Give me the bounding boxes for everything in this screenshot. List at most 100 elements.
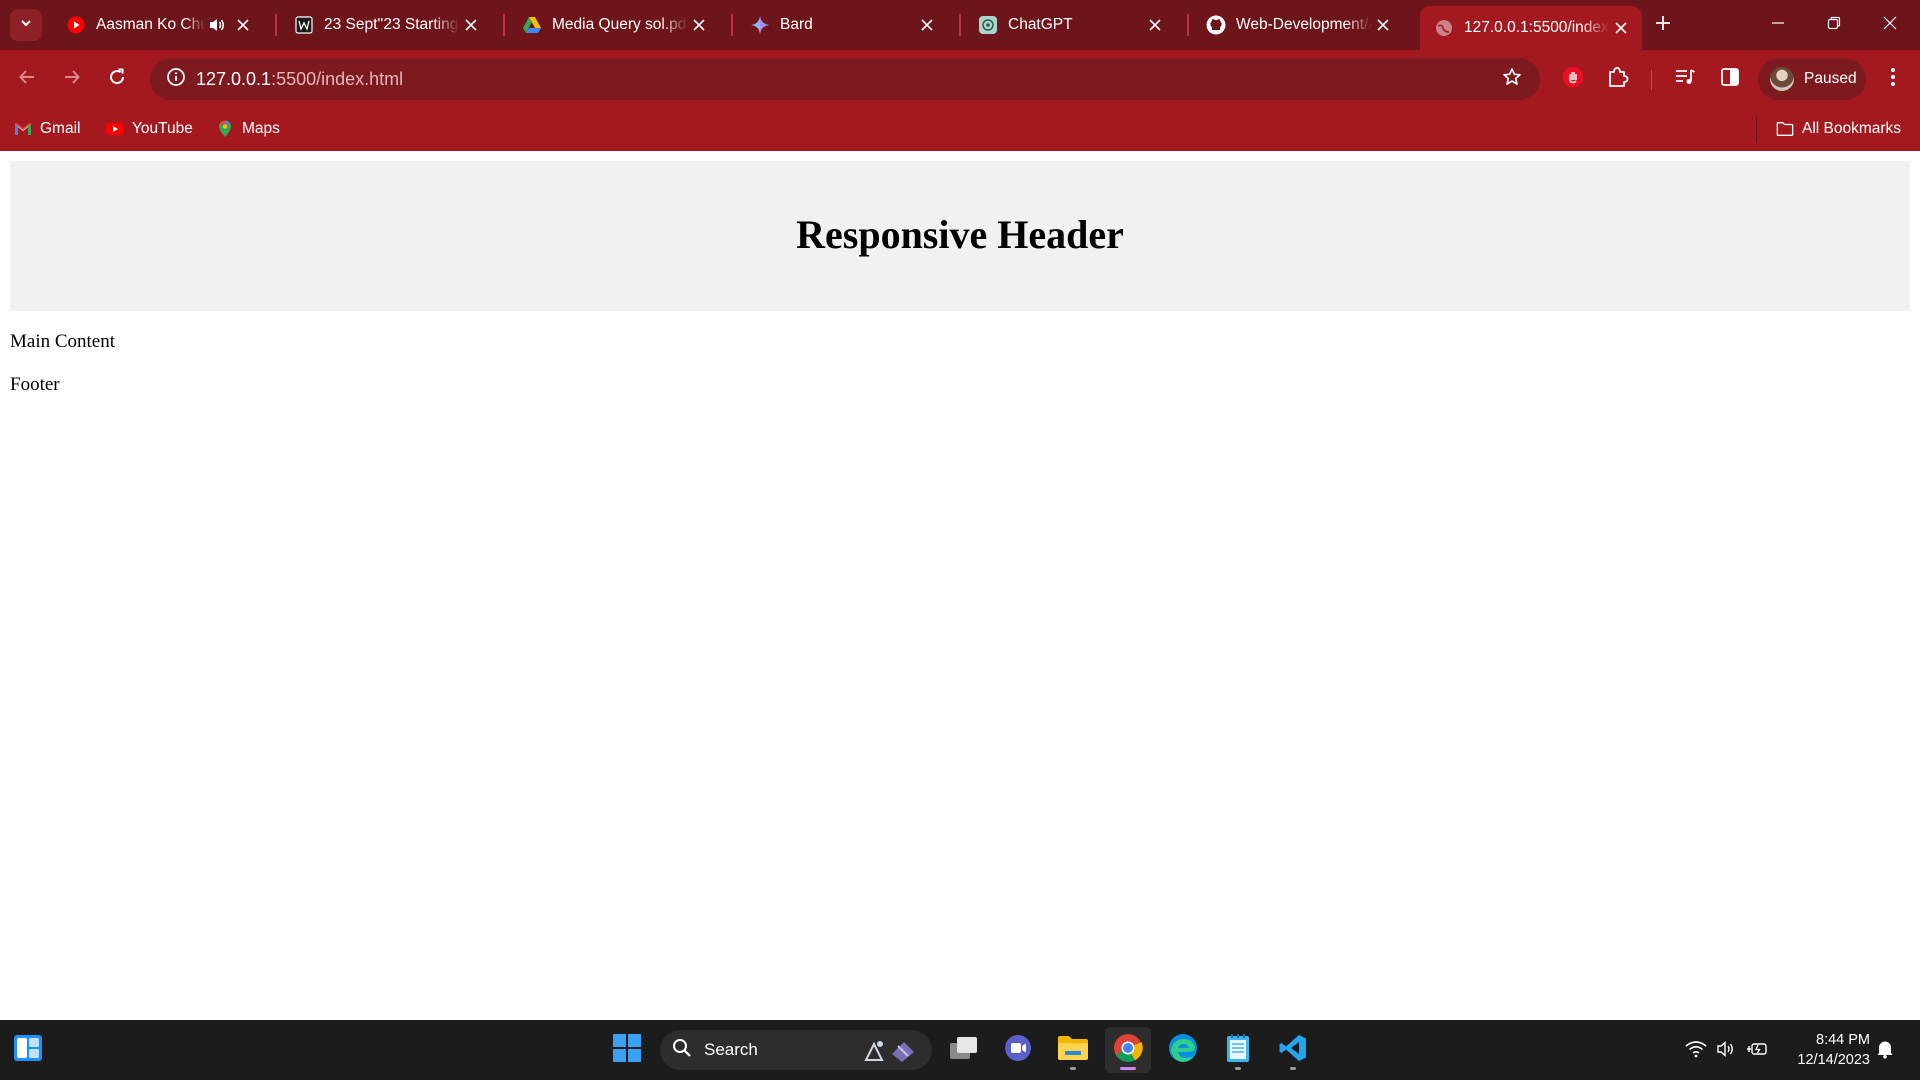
taskbar-search[interactable]: Search <box>660 1030 932 1070</box>
bookmarks-bar: Gmail YouTube Maps All Bookmarks <box>0 108 1920 151</box>
url-text[interactable]: 127.0.0.1:5500/index.html <box>196 69 403 90</box>
browser-toolbar: 127.0.0.1:5500/index.html Paused <box>0 50 1920 108</box>
profile-button[interactable]: Paused <box>1758 58 1866 100</box>
chrome-button[interactable] <box>1105 1027 1151 1073</box>
windows-logo-icon <box>612 1033 642 1068</box>
maps-icon <box>216 120 234 138</box>
extensions-button[interactable] <box>1600 61 1636 97</box>
youtube-icon <box>66 15 86 35</box>
wifi-status[interactable] <box>1683 1038 1709 1064</box>
tab-github[interactable]: Web-Development/A <box>1192 8 1404 42</box>
widgets-icon <box>13 1034 43 1067</box>
tab-separator <box>275 14 277 36</box>
tab-title: 127.0.0.1:5500/index. <box>1464 19 1610 36</box>
plus-icon <box>1655 15 1671 36</box>
volume-status[interactable] <box>1713 1038 1739 1064</box>
avatar <box>1770 67 1794 91</box>
info-icon <box>166 67 186 92</box>
task-view-button[interactable] <box>941 1027 987 1073</box>
all-bookmarks-button[interactable]: All Bookmarks <box>1776 116 1901 142</box>
bookmark-maps[interactable]: Maps <box>216 116 280 142</box>
bookmark-label: Maps <box>242 120 280 137</box>
close-window-button[interactable] <box>1862 0 1918 50</box>
bookmark-gmail[interactable]: Gmail <box>14 116 80 142</box>
restore-button[interactable] <box>1806 0 1862 50</box>
back-button[interactable] <box>9 61 45 97</box>
playlist-icon <box>1674 67 1696 92</box>
forward-button[interactable] <box>54 61 90 97</box>
bookmarks-divider <box>1756 116 1757 142</box>
edge-icon <box>1168 1033 1198 1068</box>
widgets-button[interactable] <box>5 1027 51 1073</box>
file-explorer-button[interactable] <box>1050 1027 1096 1073</box>
reload-icon <box>108 68 126 91</box>
site-info-button[interactable] <box>160 63 192 95</box>
extension-adblock-button[interactable] <box>1555 61 1591 97</box>
close-icon[interactable] <box>916 14 938 36</box>
tab-bard[interactable]: Bard <box>736 8 948 42</box>
start-button[interactable] <box>604 1027 650 1073</box>
menu-button[interactable] <box>1875 61 1911 97</box>
new-tab-button[interactable] <box>1650 12 1676 38</box>
arrow-left-icon <box>18 68 36 91</box>
tab-title: Aasman Ko Chukar <box>96 16 206 33</box>
tab-separator <box>503 14 505 36</box>
tab-separator <box>959 14 961 36</box>
edge-button[interactable] <box>1160 1027 1206 1073</box>
bookmark-label: YouTube <box>132 120 193 137</box>
youtube-icon <box>106 120 124 138</box>
close-icon[interactable] <box>1610 17 1632 39</box>
close-icon[interactable] <box>232 14 254 36</box>
speaker-icon <box>1716 1040 1736 1063</box>
bell-icon <box>1876 1039 1894 1064</box>
tab-title: ChatGPT <box>1008 16 1073 33</box>
speaker-icon[interactable] <box>206 15 228 35</box>
notepad-button[interactable] <box>1215 1027 1261 1073</box>
tab-title: Web-Development/A <box>1236 16 1372 33</box>
media-controls-button[interactable] <box>1667 61 1703 97</box>
tab-separator <box>731 14 733 36</box>
battery-status[interactable] <box>1744 1038 1770 1064</box>
tab-title: 23 Sept''23 Starting w <box>324 16 460 33</box>
url-host: 127.0.0.1 <box>196 69 272 89</box>
tab-separator <box>1187 14 1189 36</box>
tab-search-button[interactable] <box>10 9 42 41</box>
task-view-icon <box>949 1035 979 1066</box>
tab-chatgpt[interactable]: ChatGPT <box>964 8 1176 42</box>
side-panel-icon <box>1720 67 1740 92</box>
address-bar[interactable]: 127.0.0.1:5500/index.html <box>150 58 1540 100</box>
minimize-icon <box>1771 16 1785 35</box>
tab-strip: Aasman Ko Chukar 23 Sept''23 Starting w … <box>0 0 1920 50</box>
google-drive-icon <box>522 15 542 35</box>
notifications-button[interactable] <box>1872 1038 1898 1064</box>
teams-chat-button[interactable] <box>995 1027 1041 1073</box>
page-header: Responsive Header <box>10 161 1910 311</box>
bookmark-label: Gmail <box>40 120 81 137</box>
chatgpt-icon <box>978 15 998 35</box>
url-path: :5500/index.html <box>271 69 404 89</box>
document-icon <box>294 15 314 35</box>
taskbar-clock[interactable]: 8:44 PM 12/14/2023 <box>1780 1030 1870 1070</box>
close-icon[interactable] <box>688 14 710 36</box>
running-indicator <box>1070 1067 1076 1070</box>
stop-hand-icon <box>1562 66 1584 93</box>
running-indicator <box>1235 1067 1241 1070</box>
minimize-button[interactable] <box>1750 0 1806 50</box>
close-icon[interactable] <box>460 14 482 36</box>
bookmark-youtube[interactable]: YouTube <box>106 116 193 142</box>
tab-aasman[interactable]: Aasman Ko Chukar <box>52 8 264 42</box>
reload-button[interactable] <box>99 61 135 97</box>
tab-localhost[interactable]: 127.0.0.1:5500/index. <box>1420 6 1642 50</box>
tab-sept-notes[interactable]: 23 Sept''23 Starting w <box>280 8 492 42</box>
bookmark-star-button[interactable] <box>1496 63 1528 95</box>
close-icon <box>1883 16 1897 35</box>
profile-status: Paused <box>1804 70 1857 87</box>
taskbar: Search 8:44 PM 12/14/2023 <box>0 1020 1920 1080</box>
tab-media-query-pdf[interactable]: Media Query sol.pdf <box>508 8 720 42</box>
close-icon[interactable] <box>1144 14 1166 36</box>
bard-sparkle-icon <box>750 15 770 35</box>
vscode-button[interactable] <box>1270 1027 1316 1073</box>
close-icon[interactable] <box>1372 14 1394 36</box>
side-panel-button[interactable] <box>1712 61 1748 97</box>
running-indicator <box>1290 1067 1296 1070</box>
